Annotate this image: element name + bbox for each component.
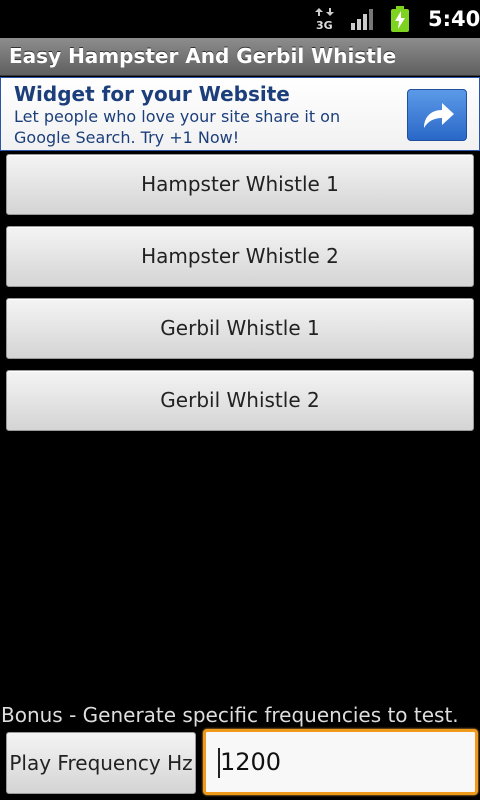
signal-strength-icon [351, 9, 373, 30]
app-title: Easy Hampster And Gerbil Whistle [9, 44, 397, 68]
share-arrow-icon [424, 103, 454, 128]
frequency-value: 1200 [220, 748, 282, 776]
ad-banner[interactable]: Widget for your Website Let people who l… [0, 77, 480, 151]
status-bar: 3G 5:40 [0, 0, 480, 38]
hampster-whistle-1-button[interactable]: Hampster Whistle 1 [6, 154, 474, 215]
gerbil-whistle-2-button[interactable]: Gerbil Whistle 2 [6, 370, 474, 431]
ad-title: Widget for your Website [14, 82, 290, 106]
app-title-bar: Easy Hampster And Gerbil Whistle [0, 38, 480, 76]
battery-charging-icon [391, 6, 409, 32]
frequency-input[interactable]: 1200 [203, 729, 478, 795]
gerbil-whistle-1-button[interactable]: Gerbil Whistle 1 [6, 298, 474, 359]
ad-body-text: Let people who love your site share it o… [14, 107, 341, 147]
play-frequency-button[interactable]: Play Frequency Hz [6, 732, 196, 794]
network-type-label: 3G [316, 19, 333, 31]
bonus-label: Bonus - Generate specific frequencies to… [1, 703, 459, 727]
clock-time: 5:40 [428, 7, 480, 31]
hampster-whistle-2-button[interactable]: Hampster Whistle 2 [6, 226, 474, 287]
ad-share-button[interactable] [407, 89, 467, 141]
data-arrows-icon: 3G [315, 8, 334, 31]
